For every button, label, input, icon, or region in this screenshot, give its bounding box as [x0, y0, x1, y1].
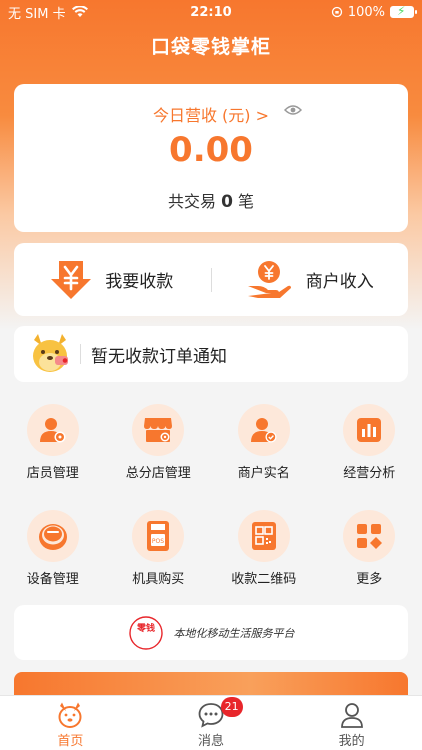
grid-label-pos: 机具购买 [132, 572, 185, 587]
status-bar: 无 SIM 卡 22:10 100% ⚡ [0, 0, 422, 24]
brand-banner[interactable]: 零钱 本地化移动生活服务平台 [14, 605, 408, 660]
status-left: 无 SIM 卡 [8, 3, 148, 22]
grid-label-verify: 商户实名 [237, 466, 290, 481]
grid-item-qrcode[interactable]: 收款二维码 [211, 504, 317, 610]
grid-label-qrcode: 收款二维码 [231, 572, 297, 587]
merchant-income-label: 商户收入 [305, 272, 374, 292]
tab-bar: 首页 21 消息 我的 [0, 695, 422, 750]
revenue-label[interactable]: 今日营收 (元) > [14, 102, 408, 126]
notice-card[interactable]: 暂无收款订单通知 [14, 326, 408, 382]
carrier-text: 无 SIM 卡 [8, 6, 66, 22]
trade-count-value: 0 [221, 192, 233, 212]
hand-coin-icon [247, 260, 291, 298]
store-icon [132, 404, 185, 456]
trade-prefix: 共交易 [167, 192, 216, 211]
grid-item-staff[interactable]: 店员管理 [0, 398, 106, 504]
grid-label-staff: 店员管理 [26, 466, 79, 481]
tab-home[interactable]: 首页 [0, 696, 141, 750]
tab-home-label: 首页 [57, 734, 84, 749]
notice-text: 暂无收款订单通知 [91, 346, 227, 367]
download-yen-icon [51, 260, 92, 299]
battery-icon: ⚡ [390, 4, 417, 18]
grid-label-devices: 设备管理 [26, 572, 79, 587]
verify-user-icon [237, 404, 290, 456]
wifi-icon [71, 6, 88, 17]
battery-percent: 100% [347, 4, 385, 20]
home-mascot-icon [58, 702, 82, 728]
orientation-lock-icon [331, 6, 342, 18]
grid-item-pos[interactable]: POS 机具购买 [106, 504, 212, 610]
trade-suffix: 笔 [238, 192, 255, 211]
device-icon [26, 510, 79, 562]
page-title: 口袋零钱掌柜 [150, 36, 271, 58]
pos-icon: POS [132, 510, 185, 562]
qr-code-icon [237, 510, 290, 562]
brand-logo: 零钱 [128, 615, 163, 650]
grid-label-stores: 总分店管理 [125, 466, 191, 481]
grid-label-analysis: 经营分析 [343, 466, 396, 481]
more-grid-icon [343, 510, 396, 562]
merchant-income-button[interactable]: 商户收入 [212, 243, 409, 316]
grid-item-verify[interactable]: 商户实名 [211, 398, 317, 504]
receive-payment-label: 我要收款 [105, 272, 174, 292]
grid-item-analysis[interactable]: 经营分析 [317, 398, 422, 504]
tab-profile[interactable]: 我的 [281, 696, 422, 750]
revenue-amount: 0.00 [169, 130, 253, 170]
staff-icon [26, 404, 79, 456]
message-badge: 21 [220, 697, 243, 717]
grid-row-1: 店员管理 总分店管理 商户实名 经营分析 [0, 398, 422, 504]
brand-logo-text-1: 零钱 [135, 622, 154, 634]
grid-label-more: 更多 [356, 572, 383, 587]
brand-slogan: 本地化移动生活服务平台 [173, 626, 295, 640]
trade-count: 共交易 0 笔 [14, 188, 408, 212]
tab-profile-label: 我的 [338, 734, 365, 749]
svg-text:POS: POS [152, 538, 164, 545]
feature-grid: 店员管理 总分店管理 商户实名 经营分析 设备管理 POS 机具购买 收款二维码… [0, 398, 422, 610]
grid-item-devices[interactable]: 设备管理 [0, 504, 106, 610]
notice-divider [80, 344, 81, 364]
tab-messages[interactable]: 21 消息 [141, 696, 282, 750]
status-right: 100% ⚡ [274, 4, 417, 20]
grid-item-stores[interactable]: 总分店管理 [106, 398, 212, 504]
action-card: 我要收款 商户收入 [14, 243, 408, 316]
eye-icon[interactable] [284, 104, 302, 116]
status-time: 22:10 [190, 4, 232, 20]
grid-item-more[interactable]: 更多 [317, 504, 422, 610]
person-icon [340, 703, 363, 728]
tab-messages-label: 消息 [198, 734, 225, 749]
bar-chart-icon [343, 404, 396, 456]
mascot-icon [33, 334, 68, 372]
grid-row-2: 设备管理 POS 机具购买 收款二维码 更多 [0, 504, 422, 610]
revenue-card: 今日营收 (元) > 0.00 共交易 0 笔 [14, 84, 408, 232]
receive-payment-button[interactable]: 我要收款 [14, 243, 211, 316]
